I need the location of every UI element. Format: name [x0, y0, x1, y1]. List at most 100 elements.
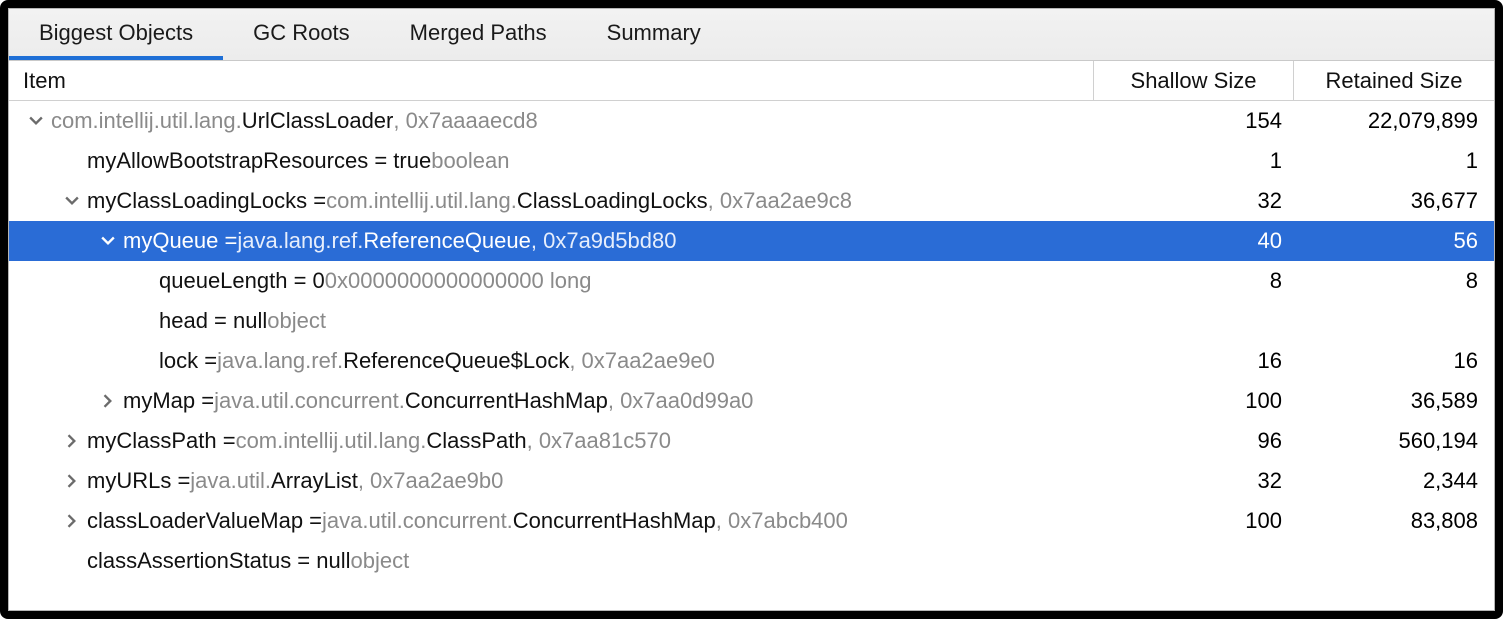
- chevron-right-icon[interactable]: [99, 392, 117, 410]
- text-segment: , 0x7aa2ae9c8: [708, 188, 852, 214]
- retained-size-cell: 36,677: [1294, 188, 1494, 214]
- shallow-size-cell: 100: [1094, 388, 1294, 414]
- tree-row-item: myMap = java.util.concurrent.ConcurrentH…: [9, 388, 1094, 414]
- object-tree[interactable]: com.intellij.util.lang.UrlClassLoader, 0…: [9, 101, 1494, 610]
- tree-row-item: myURLs = java.util.ArrayList, 0x7aa2ae9b…: [9, 468, 1094, 494]
- text-segment: com.intellij.util.lang.: [236, 428, 427, 454]
- retained-size-cell: 8: [1294, 268, 1494, 294]
- tree-row[interactable]: classAssertionStatus = null object: [9, 541, 1494, 581]
- shallow-size-cell: 100: [1094, 508, 1294, 534]
- text-segment: java.lang.ref.: [217, 348, 343, 374]
- text-segment: ClassPath: [426, 428, 526, 454]
- retained-size-cell: 16: [1294, 348, 1494, 374]
- tab-gc-roots[interactable]: GC Roots: [223, 9, 380, 60]
- tab-biggest-objects[interactable]: Biggest Objects: [9, 9, 223, 60]
- text-segment: , 0x7abcb400: [716, 508, 848, 534]
- retained-size-cell: 56: [1294, 228, 1494, 254]
- text-segment: myClassPath =: [87, 428, 236, 454]
- tab-summary[interactable]: Summary: [577, 9, 731, 60]
- text-segment: ReferenceQueue$Lock: [343, 348, 569, 374]
- text-segment: java.util.concurrent.: [214, 388, 405, 414]
- text-segment: , 0x7aa2ae9e0: [569, 348, 715, 374]
- text-segment: myClassLoadingLocks =: [87, 188, 326, 214]
- tree-row[interactable]: classLoaderValueMap = java.util.concurre…: [9, 501, 1494, 541]
- tree-row[interactable]: queueLength = 0 0x0000000000000000 long8…: [9, 261, 1494, 301]
- tree-row-item: myAllowBootstrapResources = true boolean: [9, 148, 1094, 174]
- text-segment: , 0x7aa2ae9b0: [358, 468, 504, 494]
- text-segment: boolean: [431, 148, 509, 174]
- tree-row[interactable]: head = null object: [9, 301, 1494, 341]
- shallow-size-cell: 8: [1094, 268, 1294, 294]
- text-segment: ArrayList: [271, 468, 358, 494]
- tree-row[interactable]: lock = java.lang.ref.ReferenceQueue$Lock…: [9, 341, 1494, 381]
- tree-row[interactable]: myAllowBootstrapResources = true boolean…: [9, 141, 1494, 181]
- chevron-down-icon[interactable]: [27, 112, 45, 130]
- chevron-right-icon[interactable]: [63, 472, 81, 490]
- shallow-size-cell: 32: [1094, 468, 1294, 494]
- tree-row-item: myClassLoadingLocks = com.intellij.util.…: [9, 188, 1094, 214]
- retained-size-cell: 1: [1294, 148, 1494, 174]
- tree-row[interactable]: myMap = java.util.concurrent.ConcurrentH…: [9, 381, 1494, 421]
- text-segment: , 0x7a9d5bd80: [531, 228, 677, 254]
- shallow-size-cell: 154: [1094, 108, 1294, 134]
- text-segment: myQueue =: [123, 228, 237, 254]
- shallow-size-cell: 96: [1094, 428, 1294, 454]
- tree-row-item: head = null object: [9, 308, 1094, 334]
- text-segment: classAssertionStatus = null: [87, 548, 351, 574]
- text-segment: com.intellij.util.lang.: [326, 188, 517, 214]
- text-segment: com.intellij.util.lang.: [51, 108, 242, 134]
- profiler-window: Biggest ObjectsGC RootsMerged PathsSumma…: [8, 8, 1495, 611]
- shallow-size-cell: 16: [1094, 348, 1294, 374]
- text-segment: , 0x7aa81c570: [527, 428, 671, 454]
- tab-merged-paths[interactable]: Merged Paths: [380, 9, 577, 60]
- retained-size-cell: 2,344: [1294, 468, 1494, 494]
- text-segment: java.util.concurrent.: [322, 508, 513, 534]
- text-segment: object: [267, 308, 326, 334]
- tree-row-item: myQueue = java.lang.ref.ReferenceQueue, …: [9, 228, 1094, 254]
- tree-row-item: com.intellij.util.lang.UrlClassLoader, 0…: [9, 108, 1094, 134]
- text-segment: ReferenceQueue: [363, 228, 531, 254]
- chevron-down-icon[interactable]: [99, 232, 117, 250]
- shallow-size-cell: 32: [1094, 188, 1294, 214]
- retained-size-cell: 83,808: [1294, 508, 1494, 534]
- shallow-size-cell: 40: [1094, 228, 1294, 254]
- chevron-down-icon[interactable]: [63, 192, 81, 210]
- tree-row-item: classLoaderValueMap = java.util.concurre…: [9, 508, 1094, 534]
- tree-row[interactable]: myClassPath = com.intellij.util.lang.Cla…: [9, 421, 1494, 461]
- tree-row[interactable]: myClassLoadingLocks = com.intellij.util.…: [9, 181, 1494, 221]
- tree-row-item: myClassPath = com.intellij.util.lang.Cla…: [9, 428, 1094, 454]
- retained-size-cell: 36,589: [1294, 388, 1494, 414]
- tree-row-item: queueLength = 0 0x0000000000000000 long: [9, 268, 1094, 294]
- text-segment: ConcurrentHashMap: [405, 388, 608, 414]
- text-segment: object: [351, 548, 410, 574]
- text-segment: ClassLoadingLocks: [517, 188, 708, 214]
- text-segment: , 0x7aa0d99a0: [608, 388, 754, 414]
- column-item[interactable]: Item: [9, 61, 1094, 100]
- text-segment: myAllowBootstrapResources = true: [87, 148, 431, 174]
- chevron-right-icon[interactable]: [63, 512, 81, 530]
- text-segment: java.util.: [190, 468, 271, 494]
- tree-row-item: classAssertionStatus = null object: [9, 548, 1094, 574]
- retained-size-cell: 22,079,899: [1294, 108, 1494, 134]
- tab-bar: Biggest ObjectsGC RootsMerged PathsSumma…: [9, 9, 1494, 61]
- text-segment: classLoaderValueMap =: [87, 508, 322, 534]
- text-segment: queueLength = 0: [159, 268, 325, 294]
- column-headers: Item Shallow Size Retained Size: [9, 61, 1494, 101]
- text-segment: ConcurrentHashMap: [513, 508, 716, 534]
- tree-row[interactable]: com.intellij.util.lang.UrlClassLoader, 0…: [9, 101, 1494, 141]
- text-segment: , 0x7aaaaecd8: [393, 108, 537, 134]
- shallow-size-cell: 1: [1094, 148, 1294, 174]
- text-segment: 0x0000000000000000 long: [325, 268, 592, 294]
- retained-size-cell: 560,194: [1294, 428, 1494, 454]
- text-segment: lock =: [159, 348, 217, 374]
- text-segment: UrlClassLoader: [242, 108, 394, 134]
- text-segment: myMap =: [123, 388, 214, 414]
- column-retained[interactable]: Retained Size: [1294, 61, 1494, 100]
- tree-row-item: lock = java.lang.ref.ReferenceQueue$Lock…: [9, 348, 1094, 374]
- column-shallow[interactable]: Shallow Size: [1094, 61, 1294, 100]
- tree-row[interactable]: myURLs = java.util.ArrayList, 0x7aa2ae9b…: [9, 461, 1494, 501]
- chevron-right-icon[interactable]: [63, 432, 81, 450]
- tree-row[interactable]: myQueue = java.lang.ref.ReferenceQueue, …: [9, 221, 1494, 261]
- text-segment: java.lang.ref.: [237, 228, 363, 254]
- text-segment: myURLs =: [87, 468, 190, 494]
